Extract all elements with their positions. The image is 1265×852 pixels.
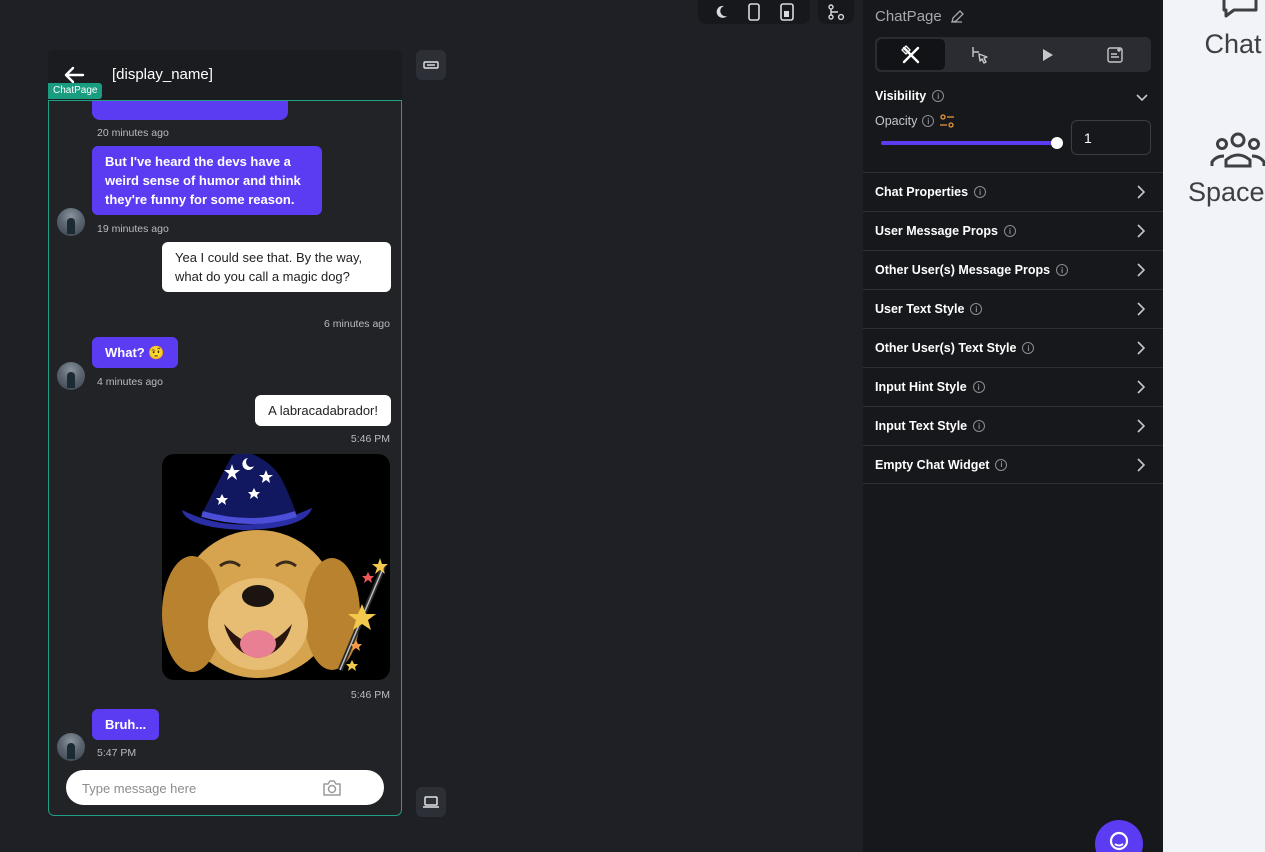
tab-preview[interactable] [1013, 39, 1081, 70]
info-icon[interactable]: i [1022, 342, 1035, 354]
laptop-icon [423, 796, 439, 808]
section-user-text-style[interactable]: User Text Style i [863, 289, 1163, 328]
people-group-icon [1210, 132, 1265, 168]
chevron-right-icon [1137, 263, 1146, 277]
actions-cursor-icon [972, 46, 988, 64]
info-icon[interactable]: i [932, 90, 945, 102]
message-bubble-me[interactable]: Yea I could see that. By the way, what d… [162, 242, 391, 292]
message-timestamp: 5:46 PM [350, 433, 390, 445]
message-bubble-me[interactable]: A labracadabrador! [255, 395, 391, 426]
opacity-header: Opacity i [875, 114, 955, 128]
rail-item-chat[interactable]: Chat [1163, 0, 1265, 60]
info-icon[interactable]: i [974, 186, 987, 198]
section-other-users-text-style[interactable]: Other User(s) Text Style i [863, 328, 1163, 367]
info-icon[interactable]: i [922, 115, 935, 127]
message-input-bar [66, 770, 384, 805]
properties-tools-icon [901, 44, 920, 63]
section-label: Chat Properties [875, 185, 969, 199]
message-timestamp: 5:46 PM [350, 689, 390, 701]
device-toolbar [698, 0, 810, 24]
phone-preview: [display_name] ChatPage 20 minutes ago B… [48, 50, 402, 816]
opacity-label: Opacity [875, 114, 918, 128]
chevron-right-icon [1137, 341, 1146, 355]
message-timestamp: 5:47 PM [97, 747, 137, 759]
edit-pencil-icon[interactable] [950, 9, 964, 24]
message-bubble-other[interactable]: But I've heard the devs have a weird sen… [92, 146, 322, 215]
chevron-right-icon [1137, 458, 1146, 472]
theme-moon-icon[interactable] [710, 2, 732, 22]
chevron-down-icon[interactable] [1135, 90, 1149, 104]
property-sections: Chat Properties i User Message Props i Oth… [863, 172, 1163, 484]
info-icon[interactable]: i [1056, 264, 1069, 276]
section-label: User Text Style [875, 302, 965, 316]
header-title: [display_name] [112, 66, 213, 83]
section-label: Other User(s) Text Style [875, 341, 1017, 355]
section-input-text-style[interactable]: Input Text Style i [863, 406, 1163, 445]
chevron-right-icon [1137, 185, 1146, 199]
rail-item-label: Chat [1204, 29, 1262, 59]
message-bubble-other[interactable]: What? 🤨 [92, 337, 178, 368]
chevron-right-icon [1137, 419, 1146, 433]
widget-tree-toolbar [818, 0, 854, 24]
tab-properties[interactable] [877, 39, 945, 70]
notes-add-icon [1107, 46, 1123, 63]
section-input-hint-style[interactable]: Input Hint Style i [863, 367, 1163, 406]
section-empty-chat-widget[interactable]: Empty Chat Widget i [863, 445, 1163, 484]
opacity-slider-track[interactable] [881, 141, 1057, 145]
opacity-value-input[interactable] [1071, 120, 1151, 155]
panel-title-text: ChatPage [875, 8, 942, 25]
width-resize-icon [423, 61, 439, 69]
panel-tabs [875, 37, 1151, 72]
message-input[interactable] [82, 778, 322, 798]
message-timestamp: 6 minutes ago [324, 318, 390, 330]
opacity-slider-handle[interactable] [1051, 137, 1063, 149]
phone-device-icon[interactable] [743, 2, 765, 22]
message-bubble-other[interactable] [92, 100, 288, 120]
rail-item-label: Spaces [1187, 177, 1265, 207]
properties-panel: ChatPage Visibility i Opacity i Chat Pro… [863, 0, 1163, 852]
section-label: Other User(s) Message Props [875, 263, 1051, 277]
chat-search-icon [1109, 831, 1129, 851]
info-icon[interactable]: i [1003, 225, 1016, 237]
info-icon[interactable]: i [973, 420, 986, 432]
chevron-right-icon [1137, 224, 1146, 238]
section-label: Empty Chat Widget [875, 457, 990, 472]
variable-settings-icon[interactable] [939, 114, 955, 128]
chevron-right-icon [1137, 380, 1146, 394]
chat-bubble-icon [1222, 0, 1258, 18]
message-timestamp: 19 minutes ago [97, 223, 169, 235]
visibility-label: Visibility [875, 89, 927, 103]
section-user-message-props[interactable]: User Message Props i [863, 211, 1163, 250]
tab-notes[interactable] [1081, 39, 1149, 70]
info-icon[interactable]: i [970, 303, 983, 315]
panel-title: ChatPage [875, 8, 964, 25]
avatar[interactable] [57, 362, 85, 390]
section-label: Input Hint Style [875, 380, 967, 394]
message-image-wizard-dog[interactable] [162, 454, 390, 680]
desktop-preview-button[interactable] [416, 787, 446, 817]
section-chat-properties[interactable]: Chat Properties i [863, 172, 1163, 211]
page-tag: ChatPage [48, 83, 103, 99]
rail-item-spaces[interactable]: Spaces [1163, 132, 1265, 208]
play-icon [1043, 48, 1053, 61]
avatar[interactable] [57, 208, 85, 236]
visibility-header[interactable]: Visibility i [875, 89, 945, 103]
tab-actions[interactable] [945, 39, 1013, 70]
avatar[interactable] [57, 733, 85, 761]
app-nav-rail: Chat Spaces [1163, 0, 1265, 852]
tablet-device-icon[interactable] [776, 2, 798, 22]
info-icon[interactable]: i [995, 458, 1008, 471]
section-label: User Message Props [875, 224, 998, 238]
camera-icon[interactable] [322, 779, 342, 797]
message-bubble-other[interactable]: Bruh... [92, 709, 160, 740]
message-timestamp: 20 minutes ago [97, 127, 169, 139]
info-icon[interactable]: i [972, 381, 985, 393]
widget-tree-icon[interactable] [825, 2, 847, 22]
chevron-right-icon [1137, 302, 1146, 316]
section-label: Input Text Style [875, 419, 968, 433]
section-other-users-message-props[interactable]: Other User(s) Message Props i [863, 250, 1163, 289]
resize-width-button[interactable] [416, 50, 446, 80]
message-timestamp: 4 minutes ago [97, 376, 163, 388]
